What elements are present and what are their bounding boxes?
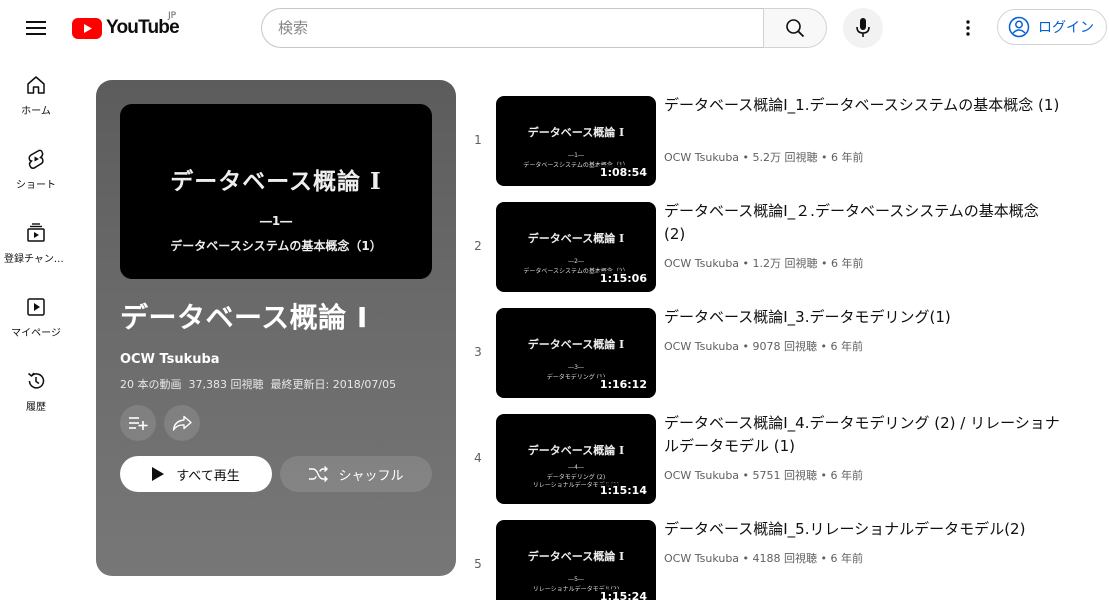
video-thumbnail[interactable]: データベース概論 Ⅰ ―1― データベースシステムの基本概念（1） 1:08:5… (496, 96, 656, 186)
thumbnail-number: ―1― (259, 214, 293, 228)
thumbnail-number: ―4― (568, 464, 584, 471)
play-all-button[interactable]: すべて再生 (120, 456, 272, 492)
thumbnail-subtitle: データベースシステムの基本概念（1） (170, 239, 382, 253)
video-meta: OCW Tsukuba • 9078 回視聴 • 6 年前 (664, 340, 863, 353)
play-icon (152, 467, 165, 481)
sidebar-item-label: マイページ (11, 328, 61, 339)
microphone-icon (856, 18, 870, 37)
video-index: 4 (474, 451, 482, 465)
video-index: 5 (474, 557, 482, 571)
sidebar-item-label: 履歴 (26, 402, 46, 413)
thumbnail-number: ―3― (568, 364, 584, 371)
list-item[interactable]: 4 データベース概論 Ⅰ ―4― データモデリング (2) リレーショナルデータ… (464, 406, 1084, 512)
video-title[interactable]: データベース概論Ⅰ_1.データベースシステムの基本概念 (1) (664, 94, 1064, 117)
duration-badge: 1:08:54 (596, 165, 650, 180)
sidebar-item-subscriptions[interactable]: 登録チャンネル (0, 204, 72, 278)
thumbnail-title: データベース概論 Ⅰ (527, 550, 625, 563)
thumbnail-number: ―5― (568, 576, 584, 583)
history-icon (28, 372, 45, 389)
sidebar-item-home[interactable]: ホーム (0, 56, 72, 130)
playlist-video-list: 1 データベース概論 Ⅰ ―1― データベースシステムの基本概念（1） 1:08… (464, 88, 1084, 600)
subscriptions-icon (27, 223, 45, 242)
more-vertical-icon (966, 20, 970, 36)
playlist-title: データベース概論 I (120, 301, 368, 334)
youtube-play-logo-icon (72, 17, 102, 39)
thumbnail-title: データベース概論 Ⅰ (527, 444, 625, 457)
video-index: 3 (474, 345, 482, 359)
video-meta: OCW Tsukuba • 4188 回視聴 • 6 年前 (664, 552, 863, 565)
search-button[interactable] (763, 8, 827, 48)
video-meta: OCW Tsukuba • 5.2万 回視聴 • 6 年前 (664, 151, 864, 164)
shuffle-button[interactable]: シャッフル (280, 456, 432, 492)
list-item[interactable]: 3 データベース概論 Ⅰ ―3― データモデリング (1) 1:16:12 デー… (464, 300, 1084, 406)
search-icon (786, 19, 805, 38)
sidebar-item-label: 登録チャンネル (4, 254, 68, 265)
video-title[interactable]: データベース概論Ⅰ_２.データベースシステムの基本概念 (2) (664, 200, 1064, 246)
hamburger-menu-icon (26, 21, 46, 35)
share-icon (172, 415, 192, 431)
list-item[interactable]: 2 データベース概論 Ⅰ ―2― データベースシステムの基本概念（2） 1:15… (464, 194, 1084, 300)
shuffle-icon (309, 466, 329, 482)
youtube-logo[interactable]: YouTube (72, 14, 180, 42)
duration-badge: 1:16:12 (596, 377, 650, 392)
channel-name[interactable]: OCW Tsukuba (120, 352, 220, 367)
video-thumbnail[interactable]: データベース概論 Ⅰ ―2― データベースシステムの基本概念（2） 1:15:0… (496, 202, 656, 292)
video-count: 20 本の動画 (120, 378, 182, 391)
duration-badge: 1:15:14 (596, 483, 650, 498)
thumbnail-title: データベース概論 Ⅰ (527, 126, 625, 139)
login-button[interactable]: ログイン (997, 9, 1107, 45)
sidebar-item-my-page[interactable]: マイページ (0, 278, 72, 352)
video-title[interactable]: データベース概論Ⅰ_4.データモデリング (2) / リレーショナルデータモデル… (664, 412, 1064, 458)
playlist-stats: 20 本の動画 37,383 回視聴 最終更新日: 2018/07/05 (120, 376, 396, 392)
thumbnail-title: データベース概論 Ⅰ (527, 232, 625, 245)
thumbnail-number: ―1― (568, 152, 584, 159)
home-icon (27, 76, 45, 94)
duration-badge: 1:15:06 (596, 271, 650, 286)
playlist-header: データベース概論 Ⅰ ―1― データベースシステムの基本概念（1） データベース… (96, 80, 456, 576)
video-index: 2 (474, 239, 482, 253)
login-label: ログイン (1038, 20, 1094, 36)
video-meta: OCW Tsukuba • 1.2万 回視聴 • 6 年前 (664, 257, 864, 270)
sidebar-item-label: ショート (16, 180, 56, 191)
play-all-label: すべて再生 (176, 468, 240, 484)
share-button[interactable] (164, 405, 200, 441)
settings-more-button[interactable] (948, 8, 988, 48)
duration-badge: 1:15:24 (596, 589, 650, 600)
top-bar: YouTube JP ログイン (0, 0, 1109, 56)
logo-region: JP (168, 11, 177, 21)
search-input[interactable] (278, 19, 763, 37)
video-thumbnail[interactable]: データベース概論 Ⅰ ―5― リレーショナルデータモデル(2) 1:15:24 (496, 520, 656, 600)
shuffle-label: シャッフル (338, 468, 404, 484)
voice-search-button[interactable] (843, 8, 883, 48)
account-icon (1008, 16, 1030, 38)
video-thumbnail[interactable]: データベース概論 Ⅰ ―4― データモデリング (2) リレーショナルデータモデ… (496, 414, 656, 504)
library-icon (27, 298, 45, 316)
video-index: 1 (474, 133, 482, 147)
shorts-icon (28, 149, 44, 169)
video-title[interactable]: データベース概論Ⅰ_5.リレーショナルデータモデル(2) (664, 518, 1064, 541)
sidebar-item-shorts[interactable]: ショート (0, 130, 72, 204)
thumbnail-number: ―2― (568, 258, 584, 265)
sidebar-item-history[interactable]: 履歴 (0, 352, 72, 426)
video-thumbnail[interactable]: データベース概論 Ⅰ ―3― データモデリング (1) 1:16:12 (496, 308, 656, 398)
thumbnail-title: データベース概論 Ⅰ (170, 168, 382, 195)
thumbnail-title: データベース概論 Ⅰ (527, 338, 625, 351)
list-item[interactable]: 1 データベース概論 Ⅰ ―1― データベースシステムの基本概念（1） 1:08… (464, 88, 1084, 194)
save-playlist-button[interactable] (120, 405, 156, 441)
playlist-thumbnail[interactable]: データベース概論 Ⅰ ―1― データベースシステムの基本概念（1） (120, 104, 432, 279)
last-updated: 最終更新日: 2018/07/05 (270, 378, 397, 391)
side-nav: ホーム ショート 登録チャンネル マイページ 履歴 (0, 56, 72, 426)
list-item[interactable]: 5 データベース概論 Ⅰ ―5― リレーショナルデータモデル(2) 1:15:2… (464, 512, 1084, 600)
video-meta: OCW Tsukuba • 5751 回視聴 • 6 年前 (664, 469, 863, 482)
view-count: 37,383 回視聴 (188, 378, 264, 391)
add-to-playlist-icon (129, 417, 148, 430)
search-box[interactable] (261, 8, 763, 48)
sidebar-item-label: ホーム (21, 106, 51, 117)
menu-button[interactable] (16, 8, 56, 48)
video-title[interactable]: データベース概論Ⅰ_3.データモデリング(1) (664, 306, 1064, 329)
